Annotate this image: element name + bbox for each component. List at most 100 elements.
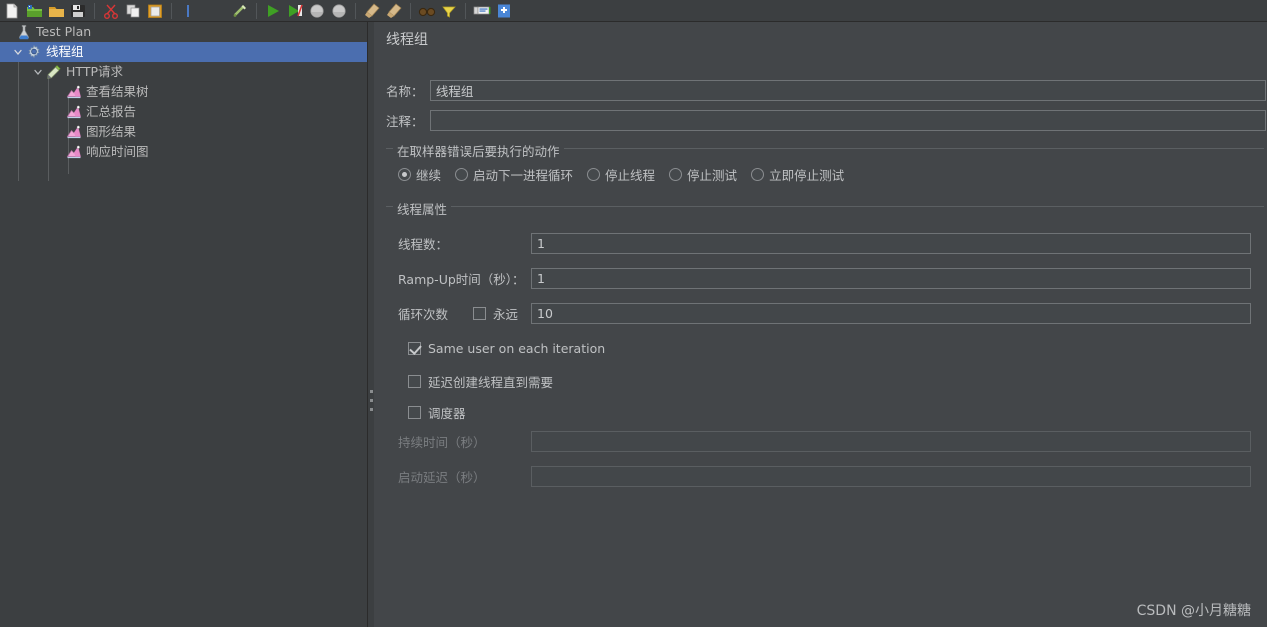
same-user-label: Same user on each iteration	[428, 341, 606, 356]
http-request-icon	[45, 63, 63, 81]
help-icon[interactable]	[493, 1, 515, 21]
search-reset-icon[interactable]	[438, 1, 460, 21]
toolbar-separator	[171, 2, 172, 19]
toolbar-separator	[465, 2, 466, 19]
tree-node-label: 查看结果树	[86, 84, 149, 99]
tree-node-label: HTTP请求	[66, 64, 123, 79]
forever-label: 永远	[493, 307, 519, 322]
toolbar-separator	[94, 2, 95, 19]
scheduler-label: 调度器	[428, 406, 466, 421]
ramp-up-row: Ramp-Up时间（秒）：	[398, 268, 1251, 289]
listener-icon	[65, 83, 83, 101]
radio-stop-thread[interactable]: 停止线程	[587, 165, 655, 184]
test-plan-icon	[15, 23, 33, 41]
toolbar-separator	[355, 2, 356, 19]
shutdown-icon[interactable]	[328, 1, 350, 21]
scheduler-checkbox[interactable]: 调度器	[408, 403, 466, 422]
error-action-legend: 在取样器错误后要执行的动作	[393, 141, 564, 160]
tree-node-label: 线程组	[46, 44, 84, 59]
num-threads-input[interactable]	[531, 233, 1251, 254]
checkbox-mark-icon	[408, 375, 421, 388]
startup-delay-row: 启动延迟（秒）	[398, 466, 1251, 487]
toolbar-separator	[256, 2, 257, 19]
listener-icon	[65, 123, 83, 141]
clear-all-icon[interactable]	[383, 1, 405, 21]
tree-node-summary-report[interactable]: 汇总报告	[0, 102, 367, 122]
radio-mark-icon	[398, 168, 411, 181]
thread-group-editor: 线程组 名称： 注释： 在取样器错误后要执行的动作 继续 启动下一进程循环	[374, 22, 1267, 627]
radio-label: 停止测试	[687, 168, 738, 183]
checkbox-mark-icon	[408, 342, 421, 355]
stop-icon[interactable]	[306, 1, 328, 21]
tree-node-graph-results[interactable]: 图形结果	[0, 122, 367, 142]
comment-field-row: 注释：	[386, 110, 1266, 131]
search-icon[interactable]	[416, 1, 438, 21]
templates-icon[interactable]	[23, 1, 45, 21]
tree-node-label: 响应时间图	[86, 144, 149, 159]
thread-group-icon	[25, 43, 43, 61]
splitter-grip[interactable]	[370, 390, 373, 411]
name-label: 名称：	[386, 84, 424, 99]
radio-label: 继续	[416, 168, 442, 183]
tree-node-label: Test Plan	[36, 24, 92, 39]
tree-node-http-request[interactable]: HTTP请求	[0, 62, 367, 82]
clear-icon[interactable]	[361, 1, 383, 21]
save-icon[interactable]	[67, 1, 89, 21]
chevron-down-icon[interactable]	[11, 42, 25, 62]
ramp-up-label: Ramp-Up时间（秒）：	[398, 272, 525, 287]
duration-input[interactable]	[531, 431, 1251, 452]
new-icon[interactable]	[1, 1, 23, 21]
copy-icon[interactable]	[122, 1, 144, 21]
duration-row: 持续时间（秒）	[398, 431, 1251, 452]
radio-stop-test-now[interactable]: 立即停止测试	[751, 165, 844, 184]
same-user-checkbox[interactable]: Same user on each iteration	[408, 341, 605, 356]
thread-properties-group: 线程属性 线程数： Ramp-Up时间（秒）： 循环次数 永远	[386, 199, 1264, 496]
expand-icon[interactable]	[177, 1, 199, 21]
checkbox-mark-icon	[408, 406, 421, 419]
tree-node-response-time-graph[interactable]: 响应时间图	[0, 142, 367, 162]
tree-node-thread-group[interactable]: 线程组	[0, 42, 367, 62]
radio-start-next-loop[interactable]: 启动下一进程循环	[455, 165, 573, 184]
startup-delay-input[interactable]	[531, 466, 1251, 487]
tree-node-view-results-tree[interactable]: 查看结果树	[0, 82, 367, 102]
name-field-row: 名称：	[386, 80, 1266, 101]
tree-node-test-plan[interactable]: Test Plan	[0, 22, 367, 42]
function-helper-icon[interactable]	[471, 1, 493, 21]
toggle-icon[interactable]	[229, 1, 251, 21]
tree-node-label: 图形结果	[86, 124, 137, 139]
error-action-group: 在取样器错误后要执行的动作 继续 启动下一进程循环 停止线程 停止测试 立即停止…	[386, 141, 1264, 194]
start-no-timers-icon[interactable]	[284, 1, 306, 21]
radio-label: 启动下一进程循环	[473, 168, 574, 183]
name-input[interactable]	[429, 80, 1266, 101]
listener-icon	[65, 143, 83, 161]
comment-label: 注释：	[386, 114, 424, 129]
radio-mark-icon	[751, 168, 765, 181]
comment-input[interactable]	[429, 110, 1266, 131]
duration-label: 持续时间（秒）	[398, 435, 486, 450]
open-icon[interactable]	[45, 1, 67, 21]
num-threads-row: 线程数：	[398, 233, 1251, 254]
num-threads-label: 线程数：	[398, 237, 449, 252]
cut-icon[interactable]	[100, 1, 122, 21]
page-title: 线程组	[386, 32, 428, 48]
radio-label: 停止线程	[605, 168, 656, 183]
loop-count-input[interactable]	[531, 303, 1251, 324]
radio-label: 立即停止测试	[769, 168, 845, 183]
watermark-text: CSDN @小月糖糖	[1136, 603, 1251, 619]
loop-count-row: 循环次数 永远	[398, 303, 1251, 324]
paste-icon[interactable]	[144, 1, 166, 21]
forever-checkbox[interactable]: 永远	[473, 304, 531, 323]
startup-delay-label: 启动延迟（秒）	[398, 470, 486, 485]
test-plan-tree[interactable]: Test Plan 线程组 HTTP请求 查看结果树 汇总报告 图形结果 响应时…	[0, 22, 368, 627]
radio-mark-icon	[669, 168, 683, 181]
delayed-thread-creation-checkbox[interactable]: 延迟创建线程直到需要	[408, 372, 553, 391]
loop-count-label: 循环次数	[398, 307, 449, 322]
start-icon[interactable]	[262, 1, 284, 21]
radio-mark-icon	[455, 168, 469, 181]
ramp-up-input[interactable]	[531, 268, 1251, 289]
thread-properties-legend: 线程属性	[393, 199, 452, 218]
radio-mark-icon	[587, 168, 601, 181]
radio-continue[interactable]: 继续	[398, 165, 441, 184]
radio-stop-test[interactable]: 停止测试	[669, 165, 737, 184]
chevron-down-icon[interactable]	[31, 62, 45, 82]
